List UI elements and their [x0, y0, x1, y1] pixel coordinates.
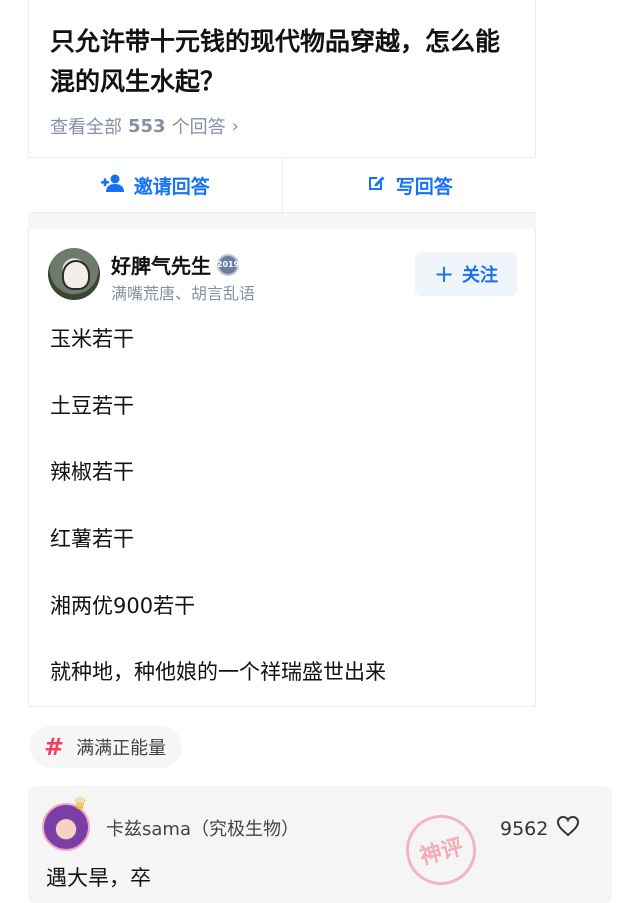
answer-count: 553 [128, 115, 166, 137]
comment-like-button[interactable]: 9562 [500, 815, 580, 842]
question-title[interactable]: 只允许带十元钱的现代物品穿越，怎么能混的风生水起？ [50, 22, 520, 102]
topic-tag[interactable]: # 满满正能量 [30, 726, 183, 768]
add-user-icon [100, 173, 124, 198]
like-count: 9562 [500, 817, 549, 840]
hash-icon: # [44, 733, 65, 761]
commenter-name[interactable]: 卡兹sama（究极生物） [106, 815, 299, 841]
invite-answer-label: 邀请回答 [133, 175, 210, 198]
view-all-prefix: 查看全部 [50, 117, 122, 138]
author-name[interactable]: 好脾气先生 2019 [111, 250, 239, 279]
author-badge-icon: 2019 [217, 253, 239, 276]
topic-tag-label: 满满正能量 [76, 738, 167, 759]
answer-line: 湘两优900若干 [50, 594, 196, 618]
follow-button[interactable]: + 关注 [415, 252, 517, 296]
view-all-answers-link[interactable]: 查看全部 553 个回答 › [50, 113, 239, 139]
plus-icon: + [433, 260, 455, 288]
chevron-right-icon: › [231, 115, 239, 137]
crown-icon: ♛ [73, 794, 88, 813]
answer-line: 就种地，种他娘的一个祥瑞盛世出来 [50, 660, 386, 684]
action-bar: 邀请回答 写回答 [28, 157, 536, 213]
section-divider [28, 213, 536, 229]
author-name-text: 好脾气先生 [111, 254, 211, 278]
answer-line: 辣椒若干 [50, 460, 134, 484]
answer-line: 红薯若干 [50, 527, 134, 551]
heart-icon [556, 815, 580, 842]
author-avatar[interactable] [48, 248, 100, 300]
follow-label: 关注 [462, 265, 499, 286]
author-bio: 满嘴荒唐、胡言乱语 [111, 284, 256, 303]
edit-icon [366, 173, 386, 198]
write-answer-button[interactable]: 写回答 [281, 158, 537, 212]
answer-line: 土豆若干 [50, 394, 134, 418]
comment-text: 遇大旱，卒 [46, 866, 151, 890]
write-answer-label: 写回答 [395, 175, 453, 198]
answer-line: 玉米若干 [50, 327, 134, 351]
view-all-suffix: 个回答 [171, 117, 226, 138]
invite-answer-button[interactable]: 邀请回答 [28, 158, 282, 212]
